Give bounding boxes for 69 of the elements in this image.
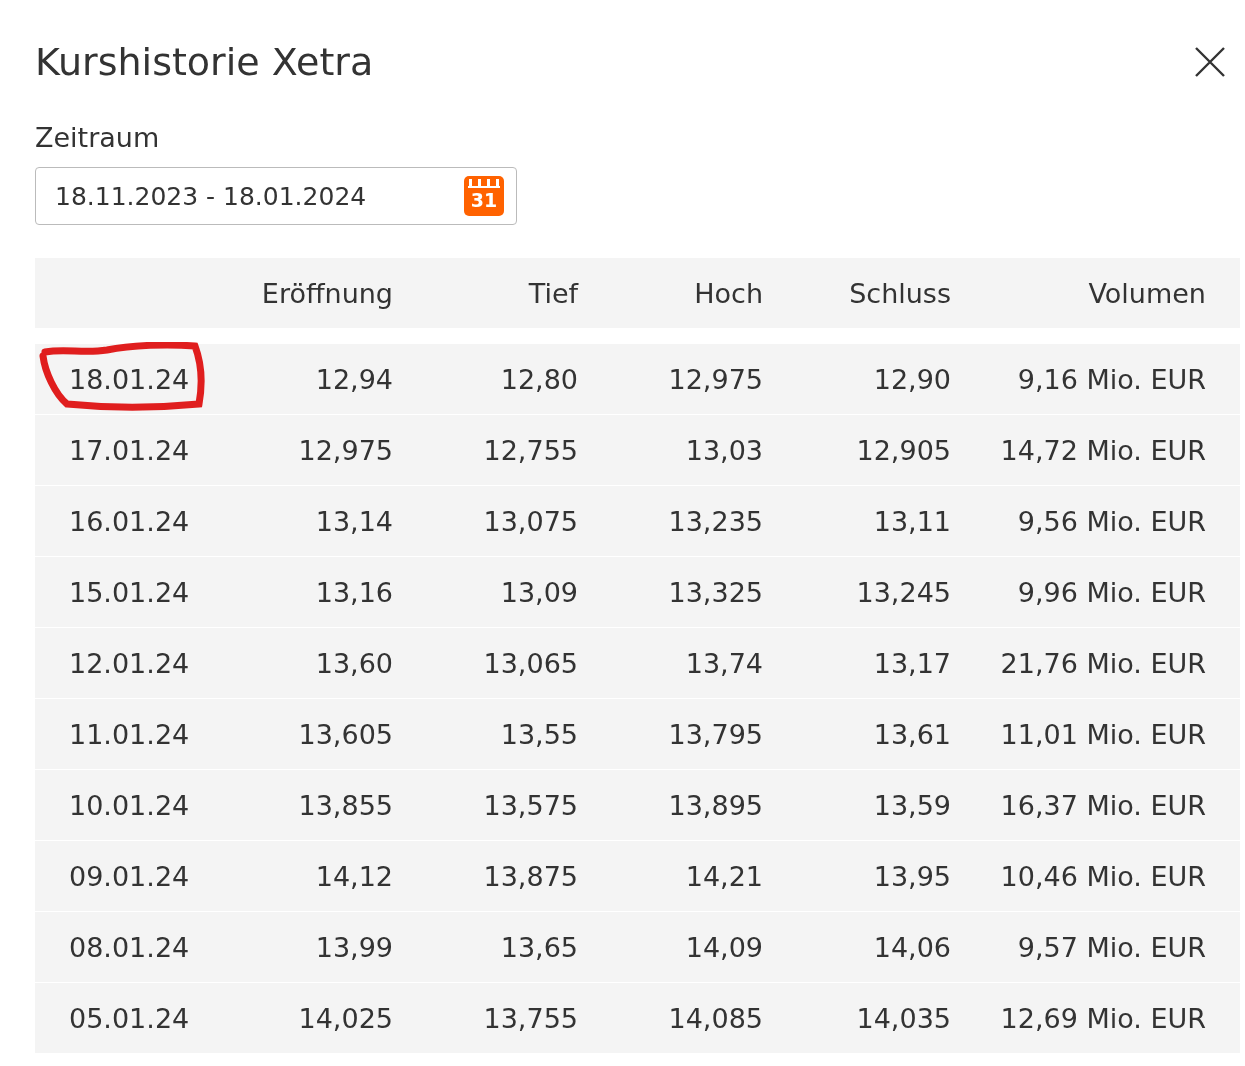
- date-range-field[interactable]: 18.11.2023 - 18.01.2024 31: [35, 167, 517, 225]
- table-cell: 21,76 Mio. EUR: [1000, 647, 1206, 679]
- table-cell: 11.01.24: [69, 718, 190, 750]
- table-cell: 10.01.24: [69, 789, 190, 821]
- table-cell: 13,855: [298, 789, 393, 821]
- table-cell: 13,065: [483, 647, 578, 679]
- column-header: Schluss: [849, 277, 951, 309]
- table-cell: 14,09: [685, 931, 763, 963]
- table-cell: 12,80: [500, 363, 578, 395]
- table-cell: 13,245: [856, 576, 951, 608]
- table-cell: 12,975: [298, 434, 393, 466]
- table-cell: 05.01.24: [69, 1002, 190, 1034]
- table-cell: 13,235: [668, 505, 763, 537]
- table-cell: 13,95: [873, 860, 951, 892]
- table-cell: 08.01.24: [69, 931, 190, 963]
- column-header: Eröffnung: [261, 277, 393, 309]
- table-cell: 14,025: [298, 1002, 393, 1034]
- table-cell: 13,16: [315, 576, 393, 608]
- table-cell: 13,09: [500, 576, 578, 608]
- table-cell: 14,12: [315, 860, 393, 892]
- table-cell: 13,605: [298, 718, 393, 750]
- table-cell: 14,72 Mio. EUR: [1000, 434, 1206, 466]
- table-cell: 13,11: [873, 505, 951, 537]
- table-cell: 13,14: [315, 505, 393, 537]
- table-cell: 13,99: [315, 931, 393, 963]
- table-cell: 9,57 Mio. EUR: [1017, 931, 1206, 963]
- table-cell: 13,755: [483, 1002, 578, 1034]
- table-cell: 15.01.24: [69, 576, 190, 608]
- table-cell: 9,96 Mio. EUR: [1017, 576, 1206, 608]
- table-cell: 16.01.24: [69, 505, 190, 537]
- table-cell: 13,17: [873, 647, 951, 679]
- table-cell: 13,895: [668, 789, 763, 821]
- table-cell: 13,61: [873, 718, 951, 750]
- table-cell: 13,59: [873, 789, 951, 821]
- table-cell: 13,60: [315, 647, 393, 679]
- table-cell: 14,06: [873, 931, 951, 963]
- table-cell: 13,03: [685, 434, 763, 466]
- table-cell: 10,46 Mio. EUR: [1000, 860, 1206, 892]
- column-header: Hoch: [694, 277, 763, 309]
- table-cell: 9,56 Mio. EUR: [1017, 505, 1206, 537]
- table-cell: 11,01 Mio. EUR: [1000, 718, 1206, 750]
- column-header: Volumen: [1088, 277, 1206, 309]
- table-cell: 13,55: [500, 718, 578, 750]
- table-cell: 12,69 Mio. EUR: [1000, 1002, 1206, 1034]
- table-cell: 13,65: [500, 931, 578, 963]
- dialog-title: Kurshistorie Xetra: [35, 40, 374, 84]
- table-cell: 9,16 Mio. EUR: [1017, 363, 1206, 395]
- table-cell: 14,035: [856, 1002, 951, 1034]
- table-cell: 13,075: [483, 505, 578, 537]
- close-icon[interactable]: [1194, 46, 1226, 78]
- table-cell: 13,575: [483, 789, 578, 821]
- table-cell: 12,755: [483, 434, 578, 466]
- period-label: Zeitraum: [35, 122, 161, 153]
- column-header: Tief: [528, 277, 578, 309]
- table-cell: 14,085: [668, 1002, 763, 1034]
- table-cell: 12.01.24: [69, 647, 190, 679]
- table-cell: 09.01.24: [69, 860, 190, 892]
- table-cell: 17.01.24: [69, 434, 190, 466]
- table-cell: 12,905: [856, 434, 951, 466]
- table-cell: 18.01.24: [69, 363, 190, 395]
- table-cell: 14,21: [685, 860, 763, 892]
- table-cell: 13,325: [668, 576, 763, 608]
- table-cell: 13,795: [668, 718, 763, 750]
- table-cell: 12,94: [315, 363, 393, 395]
- table-cell: 13,74: [685, 647, 763, 679]
- table-cell: 13,875: [483, 860, 578, 892]
- table-cell: 12,90: [873, 363, 951, 395]
- table-cell: 12,975: [668, 363, 763, 395]
- table-cell: 16,37 Mio. EUR: [1000, 789, 1206, 821]
